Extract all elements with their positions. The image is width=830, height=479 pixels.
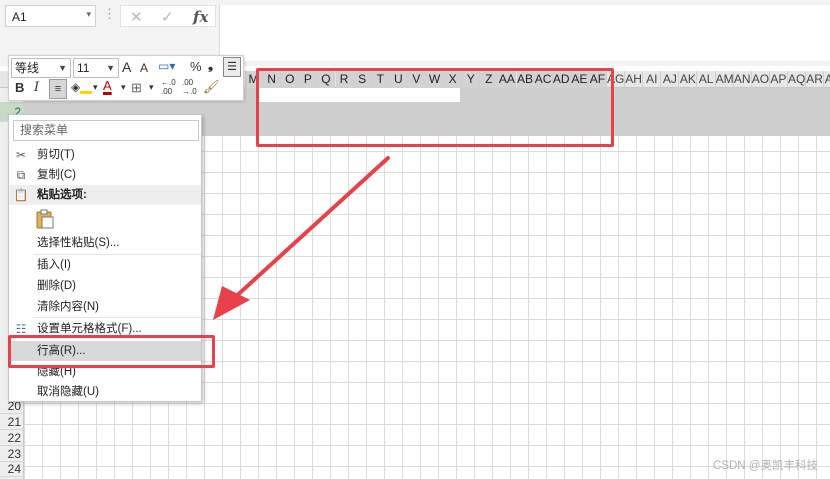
- annotation-arrow: [213, 156, 390, 320]
- watermark: CSDN @奥凯丰科技: [713, 460, 818, 472]
